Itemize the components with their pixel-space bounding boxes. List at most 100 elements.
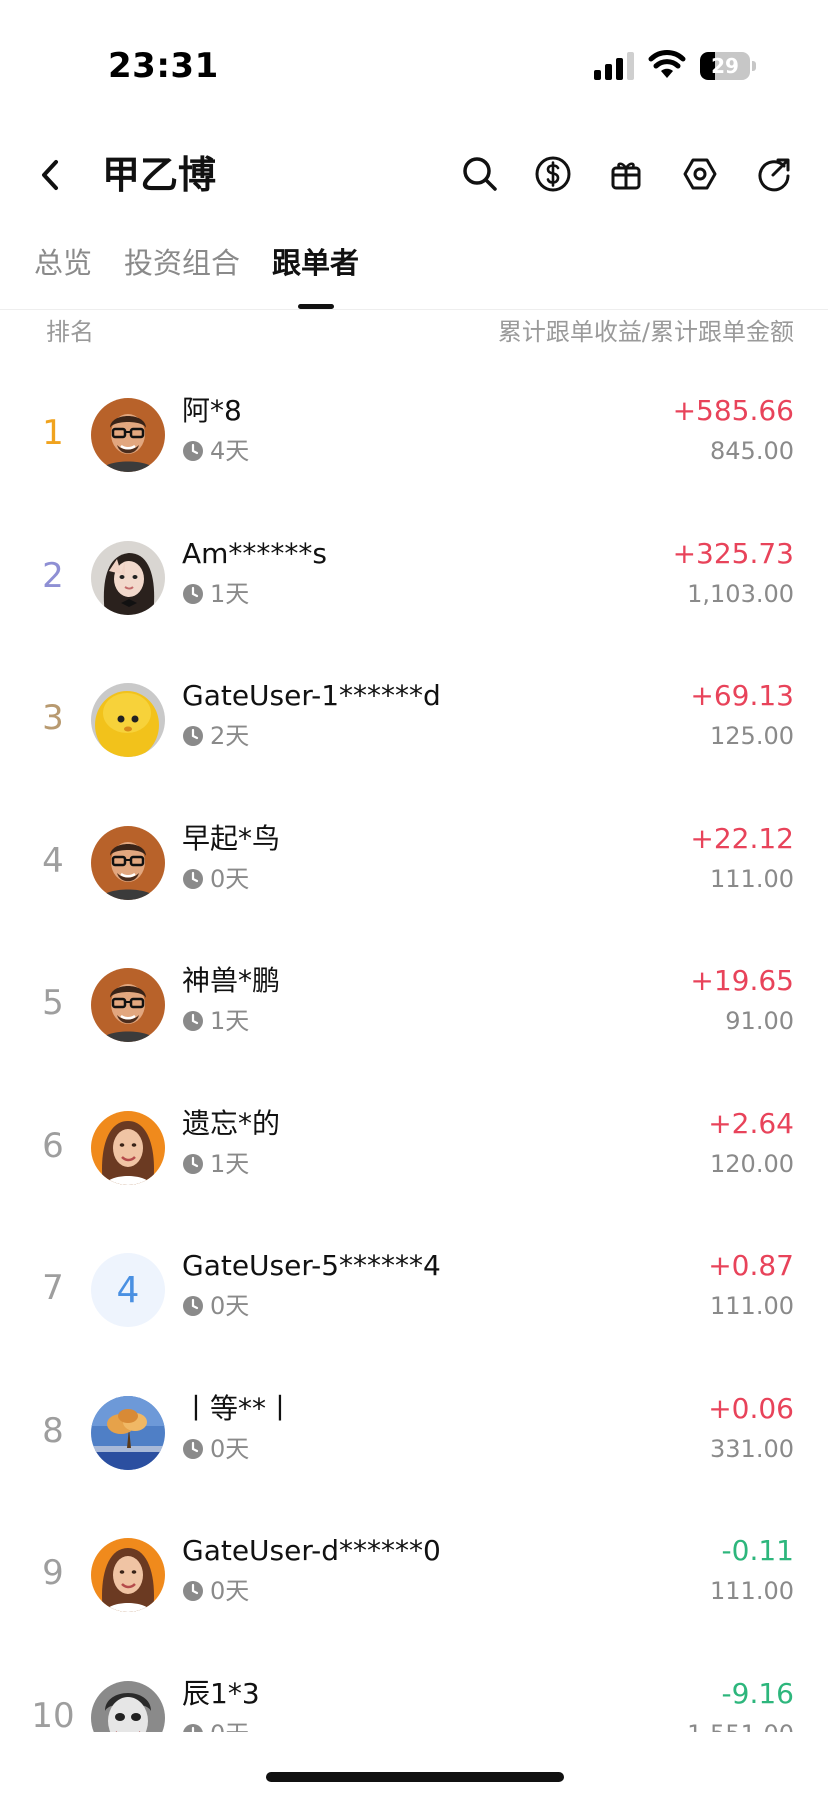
clock-icon <box>182 583 204 605</box>
follower-row[interactable]: 10 辰1*3 0天 -9.16 1,551.00 <box>0 1655 828 1733</box>
clock-icon <box>182 1723 204 1732</box>
avatar[interactable] <box>91 1110 165 1185</box>
cumulative-profit: +69.13 <box>690 679 794 712</box>
clock-icon <box>182 1153 204 1175</box>
settings-button[interactable] <box>678 152 722 196</box>
rank-number: 5 <box>42 983 64 1023</box>
follow-duration: 1天 <box>182 1004 249 1038</box>
cumulative-profit: +325.73 <box>672 536 794 570</box>
gift-icon <box>611 162 641 190</box>
clock-icon <box>182 725 204 747</box>
follower-name: GateUser-5******4 <box>182 1249 441 1282</box>
share-button[interactable] <box>752 152 796 196</box>
rank-number: 1 <box>42 413 64 453</box>
avatar[interactable] <box>91 683 165 757</box>
follower-row[interactable]: 2 Am******s 1天 +325.73 1,103.00 <box>0 515 828 657</box>
avatar[interactable] <box>91 540 165 615</box>
follower-row[interactable]: 8 丨等**丨 0天 +0.06 331.00 <box>0 1370 828 1512</box>
cumulative-profit: -0.11 <box>721 1534 794 1567</box>
follower-name: 早起*鸟 <box>182 821 281 855</box>
avatar-letter: 4 <box>91 1253 165 1327</box>
follow-days: 1天 <box>210 579 250 608</box>
tab-followers[interactable]: 跟单者 <box>272 238 359 288</box>
follow-duration: 0天 <box>182 862 249 896</box>
avatar[interactable] <box>91 825 165 900</box>
rank-number: 7 <box>42 1268 64 1308</box>
top-nav-bar: 甲乙博 <box>0 140 828 210</box>
follower-name: GateUser-1******d <box>182 679 441 712</box>
share-icon <box>758 158 790 192</box>
wifi-icon <box>648 50 686 78</box>
follower-list: 1 阿*8 4天 +585.66 845.00 2 Am******s 1天 +325.73 1,… <box>0 372 828 1732</box>
cumulative-amount: 91.00 <box>725 1007 794 1035</box>
rank-number: 2 <box>42 555 64 596</box>
battery-percent: 29 <box>711 54 739 78</box>
follow-days: 0天 <box>210 864 250 893</box>
active-tab-indicator <box>298 304 334 309</box>
follow-duration: 0天 <box>182 1432 249 1466</box>
gift-button[interactable] <box>604 152 648 196</box>
follower-row[interactable]: 4 早起*鸟 0天 +22.12 111.00 <box>0 800 828 942</box>
follower-name: Am******s <box>182 536 328 570</box>
follower-row[interactable]: 5 神兽*鹏 1天 +19.65 91.00 <box>0 942 828 1084</box>
cumulative-profit: -9.16 <box>721 1676 794 1710</box>
tab-overview[interactable]: 总览 <box>34 238 92 288</box>
clock-icon <box>182 1438 204 1460</box>
rank-number: 4 <box>42 840 64 881</box>
chevron-left-icon <box>42 160 58 190</box>
follower-name: 阿*8 <box>182 394 242 427</box>
tab-bar: 总览 投资组合 跟单者 <box>0 238 828 310</box>
value-column-header: 累计跟单收益/累计跟单金额 <box>497 318 794 346</box>
search-button[interactable] <box>458 152 502 196</box>
cumulative-profit: +22.12 <box>690 821 794 855</box>
page-title: 甲乙博 <box>102 153 217 197</box>
rank-number: 3 <box>42 698 64 738</box>
follow-duration: 1天 <box>182 1147 249 1181</box>
follower-row[interactable]: 9 GateUser-d******0 0天 -0.11 111.00 <box>0 1512 828 1654</box>
follower-row[interactable]: 6 遗忘*的 1天 +2.64 120.00 <box>0 1085 828 1227</box>
follower-name: 丨等**丨 <box>182 1391 295 1425</box>
battery-indicator: 29 <box>700 52 756 80</box>
dollar-coin-icon <box>535 156 571 192</box>
avatar[interactable] <box>91 1680 165 1732</box>
clock-icon <box>182 440 204 462</box>
avatar[interactable]: 4 <box>91 1253 165 1327</box>
follow-days: 0天 <box>210 1717 249 1733</box>
clock-icon <box>182 868 204 890</box>
cumulative-profit: +19.65 <box>690 964 794 997</box>
avatar[interactable] <box>91 1395 165 1470</box>
clock-icon <box>182 1580 204 1602</box>
avatar[interactable] <box>91 398 165 472</box>
follower-name: 辰1*3 <box>182 1676 260 1710</box>
back-button[interactable] <box>30 150 70 200</box>
cumulative-amount: 1,103.00 <box>687 579 794 608</box>
home-indicator <box>266 1772 564 1782</box>
follower-row[interactable]: 1 阿*8 4天 +585.66 845.00 <box>0 372 828 514</box>
follower-row[interactable]: 7 4 GateUser-5******4 0天 +0.87 111.00 <box>0 1227 828 1369</box>
avatar[interactable] <box>91 968 165 1042</box>
follow-duration: 4天 <box>182 434 249 468</box>
tab-portfolio[interactable]: 投资组合 <box>124 238 240 288</box>
cumulative-amount: 120.00 <box>710 1149 794 1178</box>
battery-tip <box>752 61 756 71</box>
follow-days: 1天 <box>210 1149 250 1178</box>
avatar[interactable] <box>91 1538 165 1612</box>
follow-days: 4天 <box>210 437 250 465</box>
follower-row[interactable]: 3 GateUser-1******d 2天 +69.13 125.00 <box>0 657 828 799</box>
follow-days: 0天 <box>210 1577 250 1605</box>
cumulative-amount: 125.00 <box>710 722 794 750</box>
follow-days: 2天 <box>210 722 250 750</box>
follow-duration: 2天 <box>182 719 249 753</box>
status-bar: 23:31 29 <box>0 0 828 120</box>
follow-duration: 0天 <box>182 1574 249 1608</box>
follow-duration: 0天 <box>182 1717 249 1733</box>
cumulative-profit: +585.66 <box>672 394 794 427</box>
dollar-button[interactable] <box>531 152 575 196</box>
follow-days: 1天 <box>210 1007 250 1035</box>
cumulative-profit: +0.06 <box>708 1391 794 1425</box>
follower-name: GateUser-d******0 <box>182 1534 441 1567</box>
follow-duration: 1天 <box>182 577 249 611</box>
cumulative-amount: 111.00 <box>710 1292 794 1320</box>
follow-days: 0天 <box>210 1292 250 1320</box>
follower-name: 遗忘*的 <box>182 1106 281 1140</box>
